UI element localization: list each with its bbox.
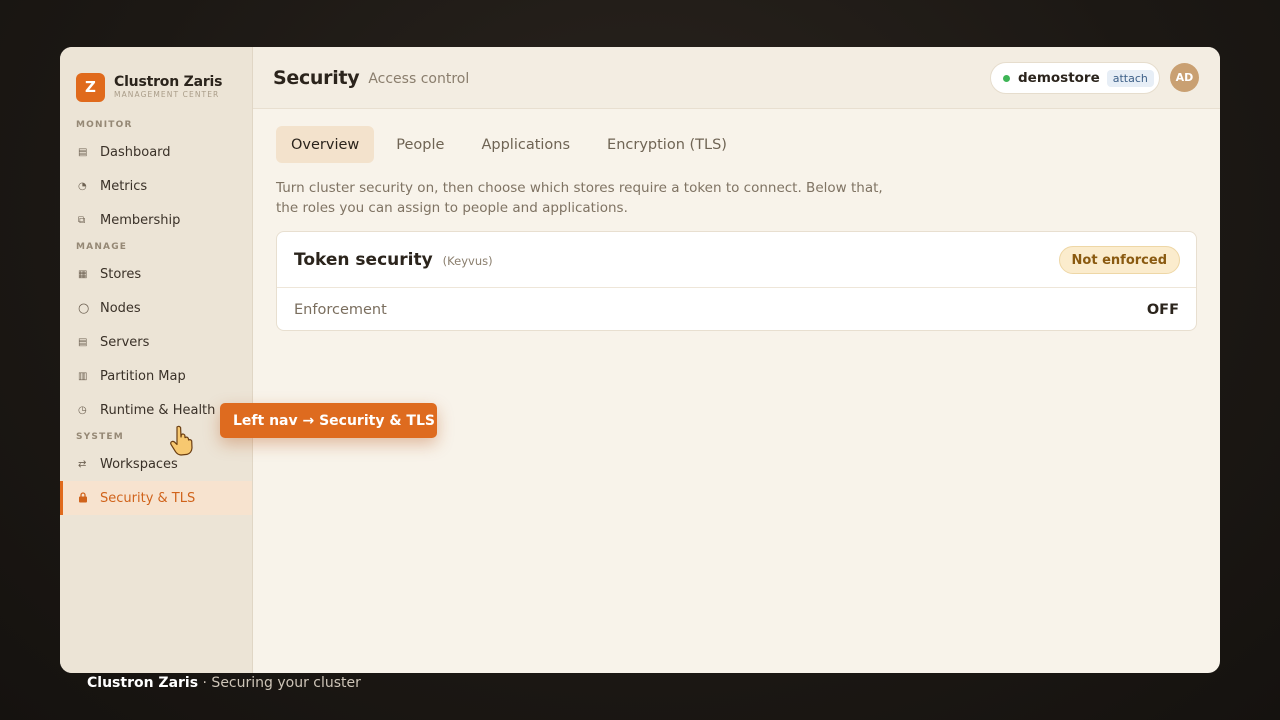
server-icon: ▤ [78, 336, 88, 348]
sidebar-item-label: Membership [100, 212, 181, 228]
tab-encryption-tls[interactable]: Encryption (TLS) [592, 126, 742, 163]
avatar[interactable]: AD [1170, 63, 1199, 92]
tab-applications[interactable]: Applications [466, 126, 585, 163]
status-dot-icon [1003, 74, 1010, 82]
sidebar-item-label: Workspaces [100, 456, 178, 472]
brand-name: Clustron Zaris [114, 74, 223, 91]
sidebar-item-label: Stores [100, 266, 142, 282]
swap-icon: ⇄ [78, 458, 87, 470]
lock-icon [78, 491, 100, 505]
clock-icon: ◷ [78, 404, 87, 416]
sidebar-item-label: Partition Map [100, 368, 186, 384]
sidebar-item-label: Dashboard [100, 144, 171, 160]
enforcement-value: OFF [1146, 301, 1179, 318]
sidebar-item-security-tls[interactable]: Security & TLS [60, 481, 252, 515]
status-badge: Not enforced [1058, 246, 1180, 274]
page-subtitle: Access control [368, 71, 470, 87]
sidebar-item-label: Metrics [100, 178, 148, 194]
tutorial-callout: Left nav → Security & TLS [220, 403, 437, 438]
gauge-icon: ◔ [78, 180, 87, 192]
store-selector[interactable]: demostore attach [990, 62, 1160, 94]
token-security-card: Token security (Keyvus) Not enforced Enf… [276, 231, 1197, 331]
tab-overview[interactable]: Overview [276, 126, 375, 163]
page-title: Security [273, 66, 360, 89]
enforcement-label: Enforcement [294, 301, 387, 318]
sidebar-item-label: Security & TLS [100, 490, 196, 506]
brand-subtitle: MANAGEMENT CENTER [114, 90, 220, 100]
grid-icon: ▦ [78, 268, 88, 280]
sidebar-item-membership[interactable]: ⧉ Membership [60, 203, 252, 237]
sidebar-item-metrics[interactable]: ◔ Metrics [60, 169, 252, 203]
nav-section-monitor: MONITOR [76, 120, 133, 130]
hand-cursor-icon [170, 425, 193, 456]
store-name: demostore [1018, 70, 1100, 86]
attach-button[interactable]: attach [1106, 69, 1154, 87]
map-icon: ▥ [78, 370, 88, 382]
nodes-icon: ⧉ [78, 214, 86, 226]
circle-icon: ○ [78, 300, 90, 316]
enforcement-row: Enforcement OFF [277, 288, 1196, 331]
page-description: Turn cluster security on, then choose wh… [276, 180, 883, 216]
sidebar-item-partition-map[interactable]: ▥ Partition Map [60, 359, 252, 393]
brand-logo: Z [76, 72, 105, 102]
sidebar-item-label: Nodes [100, 300, 141, 316]
tab-bar: Overview People Applications Encryption … [276, 126, 749, 163]
nav-section-manage: MANAGE [76, 242, 128, 252]
sidebar-item-nodes[interactable]: ○ Nodes [60, 291, 252, 325]
card-tag: (Keyvus) [442, 253, 493, 268]
footer-text: · Securing your cluster [202, 675, 361, 691]
app-window: Z Clustron Zaris MANAGEMENT CENTER MONIT… [60, 47, 1220, 673]
sidebar-item-dashboard[interactable]: ▤ Dashboard [60, 135, 252, 169]
card-title: Token security [294, 249, 433, 270]
tab-people[interactable]: People [381, 126, 459, 163]
sidebar-item-stores[interactable]: ▦ Stores [60, 257, 252, 291]
footer-brand: Clustron Zaris [87, 675, 199, 691]
sidebar: Z Clustron Zaris MANAGEMENT CENTER MONIT… [60, 47, 253, 673]
sidebar-item-label: Runtime & Health [100, 402, 216, 418]
footer-caption: Clustron Zaris · Securing your cluster [87, 675, 361, 691]
brand[interactable]: Z Clustron Zaris MANAGEMENT CENTER [60, 47, 252, 109]
main-content: Security Access control demostore attach… [253, 47, 1220, 673]
sidebar-item-label: Servers [100, 334, 150, 350]
list-icon: ▤ [78, 146, 88, 158]
sidebar-item-servers[interactable]: ▤ Servers [60, 325, 252, 359]
sidebar-item-workspaces[interactable]: ⇄ Workspaces [60, 447, 252, 481]
